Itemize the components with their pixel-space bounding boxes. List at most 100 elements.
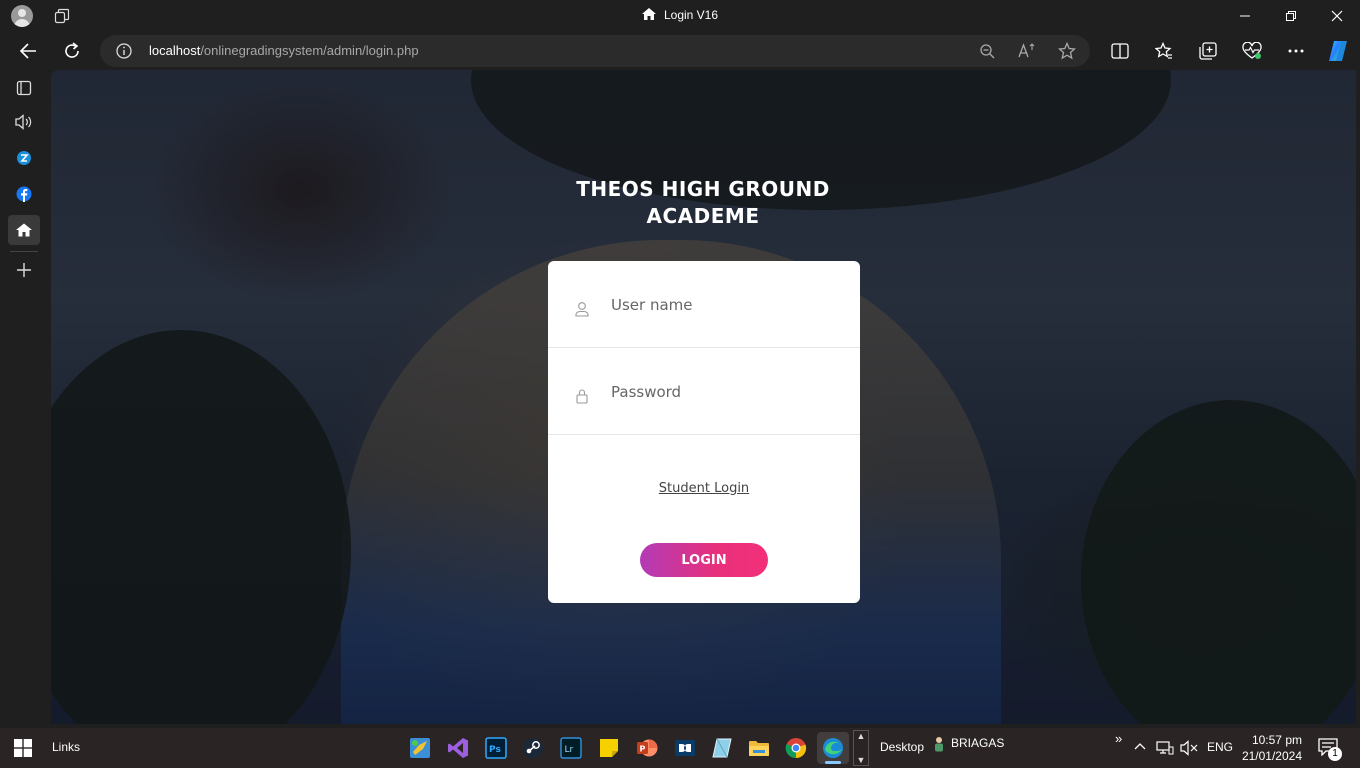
window-title-text: Login V16 (663, 8, 719, 22)
favorites-star-list-icon (1155, 42, 1172, 59)
browser-essentials-button[interactable] (1234, 32, 1270, 70)
zoom-out-icon (980, 44, 995, 59)
taskbar-app-virtual-box[interactable] (706, 732, 738, 764)
browser-title-bar: Login V16 (0, 0, 1360, 32)
username-input[interactable] (611, 261, 841, 348)
dolby-icon (675, 740, 695, 756)
web-page-viewport: THEOS HIGH GROUND ACADEME Student Login … (51, 70, 1356, 724)
clock-time: 10:57 pm (1251, 733, 1302, 747)
crystal-app-icon (712, 738, 732, 758)
speaker-icon (15, 114, 32, 130)
user-name-label[interactable]: BRIAGAS (951, 736, 1004, 750)
taskbar-app-paint[interactable] (404, 732, 436, 764)
folder-icon (749, 741, 769, 756)
network-icon[interactable] (1156, 740, 1174, 756)
username-field (548, 261, 860, 348)
minimize-icon (1240, 15, 1250, 17)
taskbar-app-dolby-access[interactable] (669, 732, 701, 764)
url-path: /onlinegradingsystem/admin/login.php (200, 43, 419, 58)
restore-button[interactable] (1268, 0, 1314, 32)
site-info-icon[interactable] (116, 43, 132, 59)
svg-text:Ps: Ps (489, 745, 501, 755)
taskbar-app-edge[interactable] (817, 732, 849, 764)
notification-center-button[interactable]: 1 (1318, 738, 1342, 761)
new-tab-button[interactable] (8, 255, 40, 285)
school-title: THEOS HIGH GROUND ACADEME (553, 176, 853, 230)
read-aloud-button[interactable] (1017, 41, 1037, 61)
school-title-line1: THEOS HIGH GROUND (576, 177, 830, 201)
school-title-line2: ACADEME (646, 204, 760, 228)
star-icon (1058, 42, 1076, 60)
collections-button[interactable] (1190, 32, 1226, 70)
pinned-tab-facebook[interactable] (8, 179, 40, 209)
photoshop-icon: Ps (485, 737, 507, 759)
show-hidden-icons-chevron-up-icon[interactable] (1134, 742, 1146, 750)
more-options-button[interactable] (1278, 32, 1314, 70)
taskbar-app-visual-studio[interactable] (442, 732, 474, 764)
home-icon (16, 223, 32, 237)
copilot-button[interactable] (1320, 32, 1356, 70)
lock-icon (576, 389, 588, 404)
tab-actions-button[interactable] (8, 73, 40, 103)
pinned-tab-login-v16[interactable] (8, 215, 40, 245)
heart-pulse-icon (1242, 42, 1262, 59)
scroll-up-icon[interactable]: ▲ (857, 731, 866, 741)
steam-icon (523, 738, 543, 758)
back-arrow-icon (19, 43, 36, 59)
facebook-icon (16, 186, 32, 202)
pinned-tab-browserstack[interactable] (8, 143, 40, 173)
notification-count-badge: 1 (1328, 747, 1342, 761)
login-button[interactable]: LOGIN (640, 543, 768, 577)
password-field (548, 348, 860, 435)
refresh-button[interactable] (54, 32, 90, 70)
back-button[interactable] (10, 32, 46, 70)
refresh-icon (65, 42, 79, 58)
student-login-link[interactable]: Student Login (548, 481, 860, 496)
taskbar-app-lightroom[interactable]: Lr (555, 732, 587, 764)
visual-studio-icon (448, 738, 468, 758)
taskbar-app-chrome[interactable] (780, 732, 812, 764)
taskbar-app-file-explorer[interactable] (743, 732, 775, 764)
split-screen-icon (1111, 43, 1129, 59)
favorites-button[interactable] (1146, 32, 1182, 70)
chrome-icon (785, 738, 807, 759)
minimize-button[interactable] (1222, 0, 1268, 32)
copilot-icon (1329, 41, 1347, 61)
tab-actions-icon (16, 80, 32, 96)
windows-start-icon[interactable] (14, 739, 32, 757)
split-screen-button[interactable] (1102, 32, 1138, 70)
taskbar-app-steam[interactable] (517, 732, 549, 764)
desktop-toolbar-label[interactable]: Desktop (880, 740, 924, 754)
speaker-muted-icon[interactable] (1180, 740, 1198, 756)
taskbar-app-photoshop[interactable]: Ps (480, 732, 512, 764)
user-icon (575, 302, 589, 317)
plus-icon (17, 263, 31, 277)
links-toolbar-label[interactable]: Links (52, 740, 80, 754)
svg-text:P: P (640, 745, 646, 754)
favorite-button[interactable] (1057, 41, 1077, 61)
password-input[interactable] (611, 348, 841, 435)
taskbar-app-sticky-notes[interactable] (593, 732, 625, 764)
paint-app-icon (410, 738, 430, 758)
zoom-out-button[interactable] (977, 41, 997, 61)
input-language-indicator[interactable]: ENG (1207, 740, 1233, 754)
sidebar-divider (10, 251, 38, 252)
blue-circle-site-icon (17, 151, 31, 165)
close-icon (1331, 10, 1343, 22)
collections-icon (1199, 42, 1217, 60)
taskbar-clock[interactable]: 10:57 pm 21/01/2024 (1238, 732, 1302, 764)
svg-text:Lr: Lr (565, 745, 574, 755)
browser-toolbar: localhost/onlinegradingsystem/admin/logi… (0, 32, 1360, 70)
audio-tab-button[interactable] (8, 107, 40, 137)
toolbar-overflow-chevron[interactable]: » (1115, 731, 1122, 746)
taskbar-scroll-control[interactable]: ▲ ▼ (853, 730, 869, 766)
scroll-down-icon[interactable]: ▼ (857, 755, 866, 765)
url-host: localhost (149, 43, 201, 58)
clock-date: 21/01/2024 (1241, 749, 1302, 763)
user-figure-icon (935, 737, 943, 752)
url-text[interactable]: localhost/onlinegradingsystem/admin/logi… (149, 43, 419, 58)
close-window-button[interactable] (1314, 0, 1360, 32)
address-bar[interactable]: localhost/onlinegradingsystem/admin/logi… (100, 35, 1090, 67)
edge-icon (823, 738, 843, 758)
taskbar-app-powerpoint[interactable]: P (631, 732, 663, 764)
